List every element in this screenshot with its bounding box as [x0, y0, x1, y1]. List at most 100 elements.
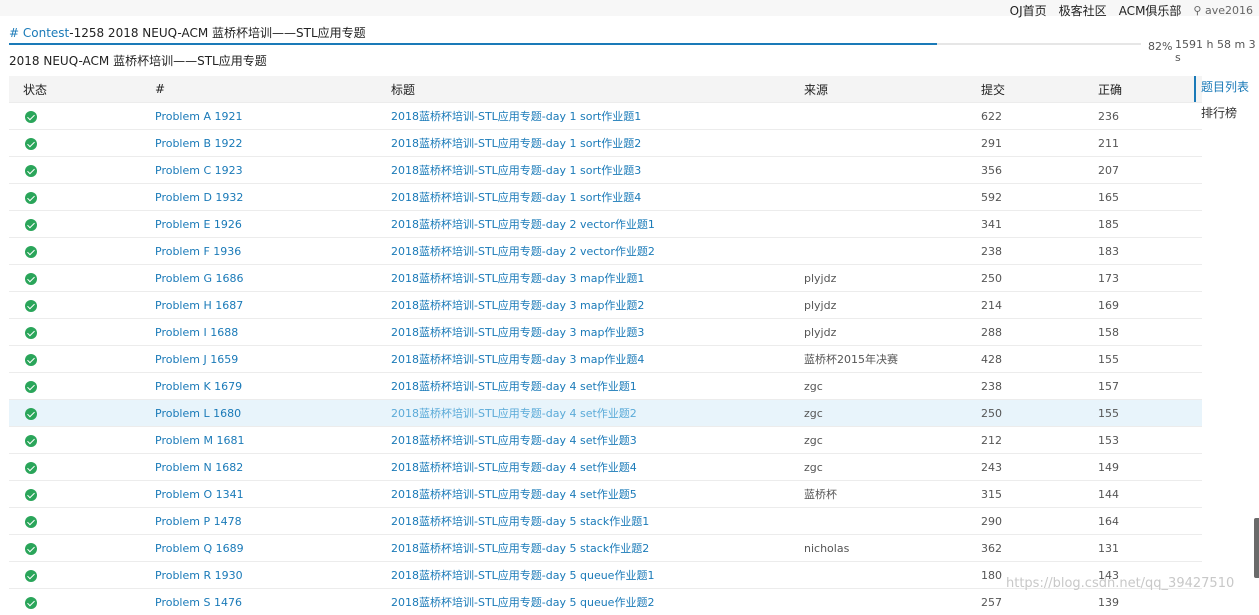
- nav-acm-club[interactable]: ACM俱乐部: [1119, 2, 1182, 19]
- table-row[interactable]: Problem L 16802018蓝桥杯培训-STL应用专题-day 4 se…: [9, 400, 1202, 427]
- table-row[interactable]: Problem H 16872018蓝桥杯培训-STL应用专题-day 3 ma…: [9, 292, 1202, 319]
- problem-title-link[interactable]: 2018蓝桥杯培训-STL应用专题-day 4 set作业题4: [391, 454, 804, 481]
- page-title: 2018 NEUQ-ACM 蓝桥杯培训——STL应用专题: [9, 52, 267, 69]
- problem-title-link[interactable]: 2018蓝桥杯培训-STL应用专题-day 3 map作业题1: [391, 265, 804, 292]
- problem-id-link[interactable]: Problem Q 1689: [155, 535, 391, 562]
- problem-title-link[interactable]: 2018蓝桥杯培训-STL应用专题-day 4 set作业题5: [391, 481, 804, 508]
- contest-sidebar: 题目列表 排行榜: [1194, 76, 1259, 128]
- problem-source: [804, 562, 981, 589]
- nav-geek-community[interactable]: 极客社区: [1059, 2, 1107, 19]
- solved-check-icon: [25, 408, 37, 420]
- submit-count: 315: [981, 481, 1098, 508]
- problem-id-link[interactable]: Problem A 1921: [155, 103, 391, 130]
- table-row[interactable]: Problem J 16592018蓝桥杯培训-STL应用专题-day 3 ma…: [9, 346, 1202, 373]
- problem-title-link[interactable]: 2018蓝桥杯培训-STL应用专题-day 5 stack作业题2: [391, 535, 804, 562]
- problem-id-link[interactable]: Problem I 1688: [155, 319, 391, 346]
- contest-progress-bar: [9, 43, 1141, 45]
- accepted-count: 158: [1098, 319, 1202, 346]
- problem-title-link[interactable]: 2018蓝桥杯培训-STL应用专题-day 5 queue作业题1: [391, 562, 804, 589]
- problem-id-link[interactable]: Problem B 1922: [155, 130, 391, 157]
- problem-title-link[interactable]: 2018蓝桥杯培训-STL应用专题-day 5 stack作业题1: [391, 508, 804, 535]
- solved-check-icon: [25, 273, 37, 285]
- nav-oj-home[interactable]: OJ首页: [1010, 2, 1047, 19]
- status-cell: [9, 535, 155, 562]
- watermark: https://blog.csdn.net/qq_39427510: [1006, 576, 1234, 591]
- problem-title-link[interactable]: 2018蓝桥杯培训-STL应用专题-day 4 set作业题2: [391, 400, 804, 427]
- problem-source: [804, 508, 981, 535]
- problem-id-link[interactable]: Problem N 1682: [155, 454, 391, 481]
- problem-title-link[interactable]: 2018蓝桥杯培训-STL应用专题-day 5 queue作业题2: [391, 589, 804, 615]
- username: ave2016: [1205, 4, 1253, 17]
- problem-id-link[interactable]: Problem K 1679: [155, 373, 391, 400]
- problem-title-link[interactable]: 2018蓝桥杯培训-STL应用专题-day 2 vector作业题1: [391, 211, 804, 238]
- submit-count: 356: [981, 157, 1098, 184]
- accepted-count: 153: [1098, 427, 1202, 454]
- problem-id-link[interactable]: Problem F 1936: [155, 238, 391, 265]
- user-menu[interactable]: ⚲ ave2016: [1193, 4, 1253, 17]
- problem-source: [804, 157, 981, 184]
- problem-title-link[interactable]: 2018蓝桥杯培训-STL应用专题-day 2 vector作业题2: [391, 238, 804, 265]
- scrollbar-thumb[interactable]: [1254, 518, 1259, 578]
- problem-title-link[interactable]: 2018蓝桥杯培训-STL应用专题-day 4 set作业题1: [391, 373, 804, 400]
- submit-count: 288: [981, 319, 1098, 346]
- table-row[interactable]: Problem K 16792018蓝桥杯培训-STL应用专题-day 4 se…: [9, 373, 1202, 400]
- status-cell: [9, 454, 155, 481]
- table-row[interactable]: Problem P 14782018蓝桥杯培训-STL应用专题-day 5 st…: [9, 508, 1202, 535]
- problem-title-link[interactable]: 2018蓝桥杯培训-STL应用专题-day 3 map作业题2: [391, 292, 804, 319]
- submit-count: 243: [981, 454, 1098, 481]
- table-row[interactable]: Problem B 19222018蓝桥杯培训-STL应用专题-day 1 so…: [9, 130, 1202, 157]
- problem-source: 蓝桥杯2015年决赛: [804, 346, 981, 373]
- submit-count: 291: [981, 130, 1098, 157]
- table-row[interactable]: Problem Q 16892018蓝桥杯培训-STL应用专题-day 5 st…: [9, 535, 1202, 562]
- table-row[interactable]: Problem S 14762018蓝桥杯培训-STL应用专题-day 5 qu…: [9, 589, 1202, 615]
- table-row[interactable]: Problem E 19262018蓝桥杯培训-STL应用专题-day 2 ve…: [9, 211, 1202, 238]
- sidebar-item-ranking[interactable]: 排行榜: [1194, 102, 1259, 128]
- status-cell: [9, 400, 155, 427]
- problem-title-link[interactable]: 2018蓝桥杯培训-STL应用专题-day 3 map作业题4: [391, 346, 804, 373]
- problem-id-link[interactable]: Problem E 1926: [155, 211, 391, 238]
- table-row[interactable]: Problem C 19232018蓝桥杯培训-STL应用专题-day 1 so…: [9, 157, 1202, 184]
- problem-source: [804, 184, 981, 211]
- problem-id-link[interactable]: Problem L 1680: [155, 400, 391, 427]
- problem-title-link[interactable]: 2018蓝桥杯培训-STL应用专题-day 3 map作业题3: [391, 319, 804, 346]
- status-cell: [9, 157, 155, 184]
- table-row[interactable]: Problem F 19362018蓝桥杯培训-STL应用专题-day 2 ve…: [9, 238, 1202, 265]
- accepted-count: 173: [1098, 265, 1202, 292]
- problem-id-link[interactable]: Problem M 1681: [155, 427, 391, 454]
- problem-id-link[interactable]: Problem O 1341: [155, 481, 391, 508]
- table-row[interactable]: Problem I 16882018蓝桥杯培训-STL应用专题-day 3 ma…: [9, 319, 1202, 346]
- accepted-count: 139: [1098, 589, 1202, 615]
- breadcrumb-contest-link[interactable]: # Contest: [9, 26, 69, 40]
- table-row[interactable]: Problem A 19212018蓝桥杯培训-STL应用专题-day 1 so…: [9, 103, 1202, 130]
- accepted-count: 211: [1098, 130, 1202, 157]
- solved-check-icon: [25, 219, 37, 231]
- problem-id-link[interactable]: Problem C 1923: [155, 157, 391, 184]
- solved-check-icon: [25, 111, 37, 123]
- accepted-count: 169: [1098, 292, 1202, 319]
- problem-id-link[interactable]: Problem J 1659: [155, 346, 391, 373]
- problem-title-link[interactable]: 2018蓝桥杯培训-STL应用专题-day 1 sort作业题4: [391, 184, 804, 211]
- table-row[interactable]: Problem D 19322018蓝桥杯培训-STL应用专题-day 1 so…: [9, 184, 1202, 211]
- table-row[interactable]: Problem O 13412018蓝桥杯培训-STL应用专题-day 4 se…: [9, 481, 1202, 508]
- accepted-count: 149: [1098, 454, 1202, 481]
- status-cell: [9, 103, 155, 130]
- sidebar-item-problem-list[interactable]: 题目列表: [1194, 76, 1259, 102]
- status-cell: [9, 508, 155, 535]
- table-row[interactable]: Problem M 16812018蓝桥杯培训-STL应用专题-day 4 se…: [9, 427, 1202, 454]
- problem-title-link[interactable]: 2018蓝桥杯培训-STL应用专题-day 1 sort作业题3: [391, 157, 804, 184]
- problem-id-link[interactable]: Problem S 1476: [155, 589, 391, 615]
- problem-title-link[interactable]: 2018蓝桥杯培训-STL应用专题-day 1 sort作业题2: [391, 130, 804, 157]
- problem-title-link[interactable]: 2018蓝桥杯培训-STL应用专题-day 4 set作业题3: [391, 427, 804, 454]
- problem-source: plyjdz: [804, 292, 981, 319]
- problem-id-link[interactable]: Problem P 1478: [155, 508, 391, 535]
- solved-check-icon: [25, 462, 37, 474]
- accepted-count: 155: [1098, 400, 1202, 427]
- table-row[interactable]: Problem N 16822018蓝桥杯培训-STL应用专题-day 4 se…: [9, 454, 1202, 481]
- problem-id-link[interactable]: Problem H 1687: [155, 292, 391, 319]
- problem-title-link[interactable]: 2018蓝桥杯培训-STL应用专题-day 1 sort作业题1: [391, 103, 804, 130]
- problem-id-link[interactable]: Problem G 1686: [155, 265, 391, 292]
- problem-id-link[interactable]: Problem R 1930: [155, 562, 391, 589]
- table-row[interactable]: Problem G 16862018蓝桥杯培训-STL应用专题-day 3 ma…: [9, 265, 1202, 292]
- solved-check-icon: [25, 489, 37, 501]
- problem-id-link[interactable]: Problem D 1932: [155, 184, 391, 211]
